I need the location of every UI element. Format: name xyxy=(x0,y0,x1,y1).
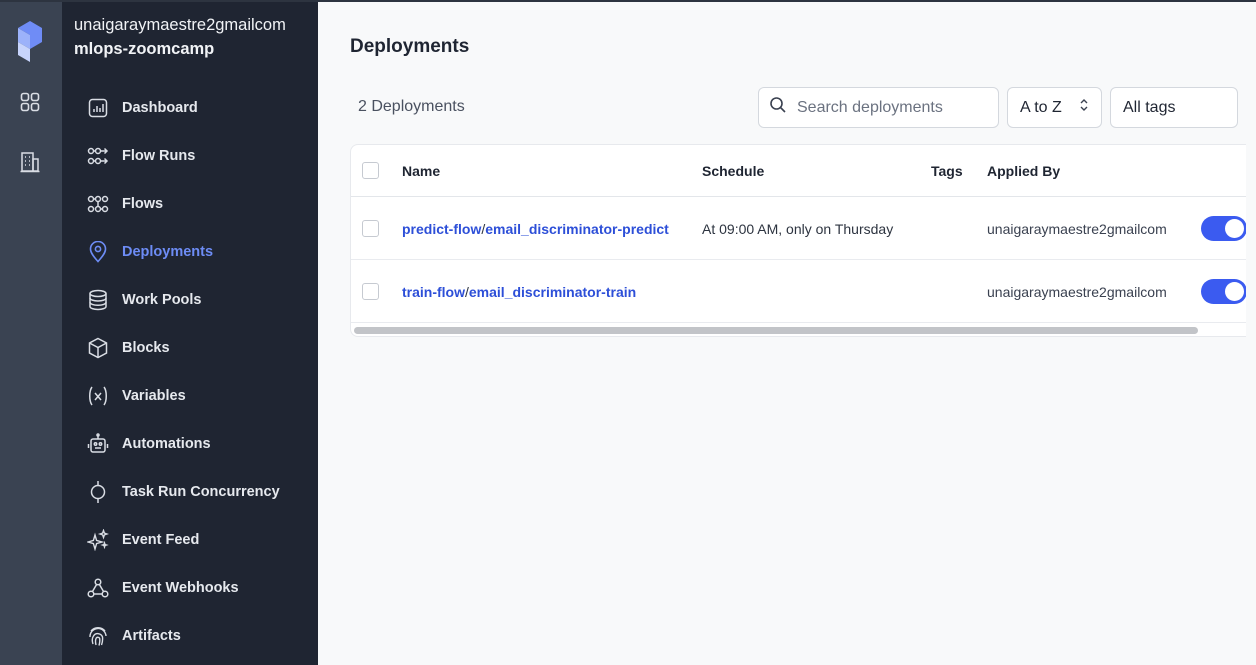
workspaces-grid-icon[interactable] xyxy=(17,89,43,115)
sidebar-item-label: Artifacts xyxy=(122,628,181,644)
toggle-knob xyxy=(1225,219,1244,238)
tags-filter-value: All tags xyxy=(1123,98,1176,116)
prefect-logo-icon[interactable] xyxy=(16,20,44,64)
sidebar-item-flows[interactable]: Flows xyxy=(86,189,306,219)
sidebar-item-label: Dashboard xyxy=(122,100,198,116)
search-input[interactable] xyxy=(797,98,987,117)
deployment-count: 2 Deployments xyxy=(358,98,465,115)
sidebar-item-label: Work Pools xyxy=(122,292,202,308)
sidebar-item-flow-runs[interactable]: Flow Runs xyxy=(86,141,306,171)
page-title: Deployments xyxy=(350,36,470,57)
sidebar-item-artifacts[interactable]: Artifacts xyxy=(86,621,306,651)
main-content: Deployments 2 Deployments A to Z All tag… xyxy=(318,0,1256,665)
applied-by-cell: unaigaraymaestre2gmailcom xyxy=(987,284,1167,300)
organization-building-icon[interactable] xyxy=(17,149,43,175)
sidebar-item-event-webhooks[interactable]: Event Webhooks xyxy=(86,573,306,603)
search-box[interactable] xyxy=(758,87,999,128)
sidebar-item-work-pools[interactable]: Work Pools xyxy=(86,285,306,315)
sidebar-item-automations[interactable]: Automations xyxy=(86,429,306,459)
concurrency-icon xyxy=(86,480,110,504)
column-header-applied-by[interactable]: Applied By xyxy=(987,163,1060,179)
workspace-name[interactable]: mlops-zoomcamp xyxy=(74,40,214,59)
flows-icon xyxy=(86,192,110,216)
deployment-link[interactable]: email_discriminator-train xyxy=(469,284,636,300)
tags-filter[interactable]: All tags xyxy=(1110,87,1238,128)
column-header-name[interactable]: Name xyxy=(402,163,440,179)
sidebar-item-label: Flows xyxy=(122,196,164,212)
sidebar-item-task-run-concurrency[interactable]: Task Run Concurrency xyxy=(86,477,306,507)
window-top-border xyxy=(0,0,1256,2)
account-name[interactable]: unaigaraymaestre2gmailcom xyxy=(74,16,286,35)
sidebar-item-label: Event Feed xyxy=(122,532,200,548)
variable-icon xyxy=(86,384,110,408)
column-header-tags[interactable]: Tags xyxy=(931,163,963,179)
sidebar-item-label: Deployments xyxy=(122,244,214,260)
deployment-name: predict-flow/email_discriminator-predict xyxy=(402,221,669,237)
sidebar-item-event-feed[interactable]: Event Feed xyxy=(86,525,306,555)
sidebar-item-label: Task Run Concurrency xyxy=(122,484,280,500)
row-checkbox[interactable] xyxy=(362,283,379,300)
table-header: Name Schedule Tags Applied By xyxy=(351,145,1246,197)
deployment-link[interactable]: email_discriminator-predict xyxy=(485,221,669,237)
sparkles-icon xyxy=(86,528,110,552)
deployment-active-toggle[interactable] xyxy=(1201,216,1246,241)
icon-rail xyxy=(0,0,62,665)
flow-runs-icon xyxy=(86,144,110,168)
table-row: train-flow/email_discriminator-train una… xyxy=(351,260,1246,323)
sidebar-item-label: Variables xyxy=(122,388,186,404)
sidebar-item-label: Automations xyxy=(122,436,211,452)
sidebar-item-label: Event Webhooks xyxy=(122,580,239,596)
deployment-name: train-flow/email_discriminator-train xyxy=(402,284,636,300)
database-stack-icon xyxy=(86,288,110,312)
sidebar-item-variables[interactable]: Variables xyxy=(86,381,306,411)
cube-icon xyxy=(86,336,110,360)
robot-icon xyxy=(86,432,110,456)
table-row: predict-flow/email_discriminator-predict… xyxy=(351,197,1246,260)
row-checkbox[interactable] xyxy=(362,220,379,237)
sidebar-item-blocks[interactable]: Blocks xyxy=(86,333,306,363)
flow-link[interactable]: train-flow xyxy=(402,284,465,300)
select-all-checkbox[interactable] xyxy=(362,162,379,179)
map-pin-icon xyxy=(86,240,110,264)
deployments-table: Name Schedule Tags Applied By predict-fl… xyxy=(350,144,1246,337)
column-header-schedule[interactable]: Schedule xyxy=(702,163,764,179)
sidebar-item-dashboard[interactable]: Dashboard xyxy=(86,93,306,123)
fingerprint-icon xyxy=(86,624,110,648)
chevron-up-down-icon xyxy=(1079,98,1089,117)
sidebar-item-label: Flow Runs xyxy=(122,148,196,164)
dashboard-chart-icon xyxy=(86,96,110,120)
webhook-icon xyxy=(86,576,110,600)
flow-link[interactable]: predict-flow xyxy=(402,221,481,237)
sidebar-item-label: Blocks xyxy=(122,340,170,356)
horizontal-scrollbar[interactable] xyxy=(354,327,1198,334)
sort-value: A to Z xyxy=(1020,98,1062,116)
sidebar: unaigaraymaestre2gmailcom mlops-zoomcamp… xyxy=(62,0,318,665)
toggle-knob xyxy=(1225,282,1244,301)
sort-select[interactable]: A to Z xyxy=(1007,87,1102,128)
schedule-cell: At 09:00 AM, only on Thursday xyxy=(702,221,894,237)
deployment-active-toggle[interactable] xyxy=(1201,279,1246,304)
applied-by-cell: unaigaraymaestre2gmailcom xyxy=(987,221,1167,237)
search-icon xyxy=(769,96,787,119)
sidebar-item-deployments[interactable]: Deployments xyxy=(86,237,306,267)
